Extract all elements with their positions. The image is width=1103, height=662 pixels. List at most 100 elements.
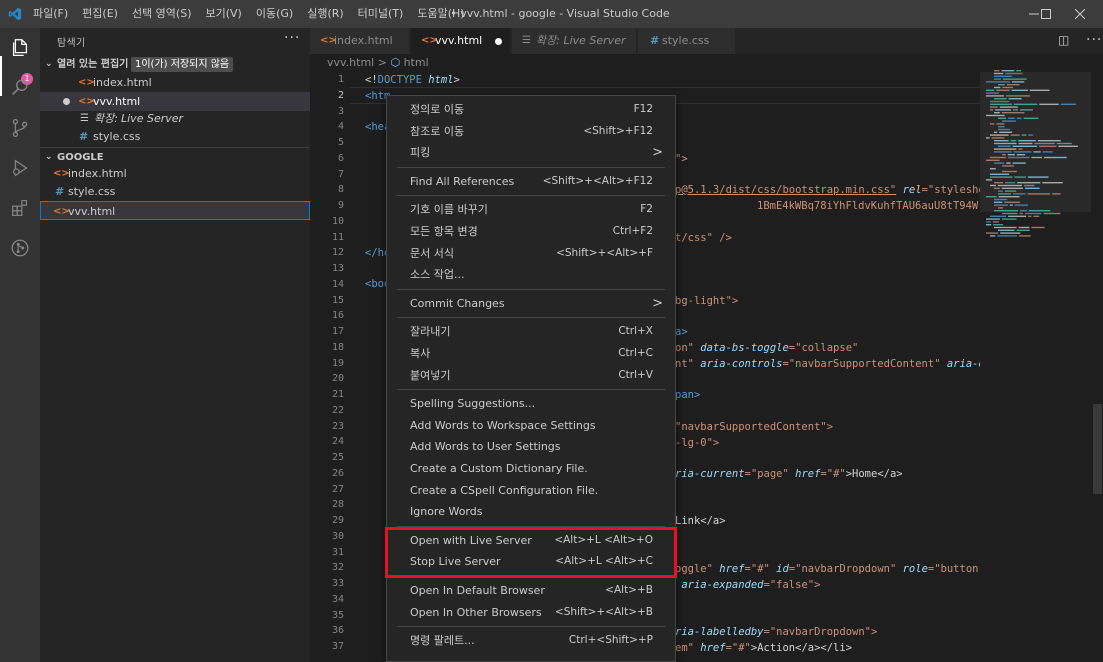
open-editor-prefix: 확장: [94,112,118,125]
line-number: 14 [331,278,344,290]
menu-item-label: Open In Other Browsers [410,605,542,619]
context-menu-item[interactable]: 피킹 > [387,142,675,163]
line-number: 17 [331,326,344,337]
tab-live-server[interactable]: ☰ 확장: Live Server [512,28,637,54]
menu-item-label: 모든 항목 변경 [410,225,478,238]
context-menu-item[interactable]: 문서 서식 <Shift>+<Alt>+F [387,243,675,264]
code-line: ria-labelledby="navbarDropdown"> [675,626,878,638]
context-menu-item[interactable]: 잘라내기 Ctrl+X [387,321,675,342]
code-line: on" data-bs-toggle="collapse" [675,342,859,354]
file-item[interactable]: <> index.html [40,164,310,183]
open-editor-item[interactable]: ☰ 확장: Live Server [40,109,310,128]
code-line: -lg-0"> [675,437,720,449]
menu-view[interactable]: 보기(V) [198,0,248,28]
unsaved-dot-icon[interactable] [495,38,502,45]
code-line: <!DOCTYPE html> [365,74,460,86]
open-editors-header[interactable]: ⌄ 열려 있는 편집기 1이(가) 저장되지 않음 [40,55,310,74]
code-line: Link</a> [675,515,726,527]
context-menu-item[interactable]: 명령 팔레트... Ctrl+<Shift>+P [387,630,675,651]
open-editor-item[interactable]: # style.css [40,127,310,146]
css-icon: # [55,185,65,198]
menu-item-shortcut: Ctrl+F2 [612,225,653,237]
line-number: 26 [331,467,344,479]
open-editors-label: 열려 있는 편집기 [57,59,129,70]
menu-file[interactable]: 파일(F) [26,0,75,28]
menu-edit[interactable]: 편집(E) [75,0,125,28]
menu-bar: 파일(F) 편집(E) 선택 영역(S) 보기(V) 이동(G) 실행(R) 터… [26,0,472,28]
context-menu-item[interactable]: 소스 작업... [387,264,675,285]
context-menu-item[interactable]: 참조로 이동 <Shift>+F12 [387,121,675,142]
menu-item-label: Ignore Words [410,505,483,519]
breadcrumb-separator: > [377,56,387,69]
breadcrumb-node[interactable]: html [404,56,429,69]
menu-run[interactable]: 실행(R) [300,0,350,28]
line-number: 1 [337,74,344,85]
line-number: 20 [331,373,344,385]
extensions-activity[interactable] [0,188,40,228]
tab-label: style.css [662,34,710,47]
minimap[interactable] [980,54,1103,662]
more-actions-icon[interactable]: ··· [1086,28,1102,52]
context-menu-item[interactable]: Add Words to Workspace Settings [387,415,675,436]
line-number: 8 [337,184,344,196]
context-menu-item[interactable]: 모든 항목 변경 Ctrl+F2 [387,221,675,242]
context-menu-item[interactable]: Add Words to User Settings [387,436,675,457]
menu-terminal[interactable]: 터미널(T) [351,0,411,28]
tab-index-html[interactable]: <> index.html [310,28,410,54]
breadcrumb-file[interactable]: vvv.html [327,56,374,69]
context-menu-item[interactable]: Find All References <Shift>+<Alt>+F12 [387,171,675,192]
search-activity[interactable] [0,68,40,108]
line-number: 30 [331,530,344,542]
line-number: 24 [331,436,344,448]
menu-separator [397,195,665,197]
line-number: 31 [331,546,344,558]
line-number: 29 [331,515,344,526]
source-control-activity[interactable] [0,108,40,148]
context-menu-item[interactable]: Ignore Words [387,501,675,522]
close-window-button[interactable] [1057,0,1103,28]
code-line: t/css" /> [675,232,732,244]
open-editor-label: Live Server [121,112,184,125]
tab-vvv-html[interactable]: <> vvv.html [411,28,511,54]
code-line: em" href="#">Action</a></li> [675,642,853,654]
run-debug-activity[interactable] [0,148,40,188]
activity-bar: 1 [0,28,40,662]
menu-go[interactable]: 이동(G) [249,0,300,28]
menu-item-label: 잘라내기 [410,325,451,339]
menu-item-label: 참조로 이동 [410,124,465,138]
file-label: vvv.html [68,205,116,218]
tab-style-css[interactable]: # style.css [638,28,736,54]
context-menu-item[interactable]: 정의로 이동 F12 [387,99,675,120]
context-menu-item[interactable]: 기호 이름 바꾸기 F2 [387,199,675,220]
menu-separator [397,389,665,391]
code-line: ria-current="page" href="#">Home</a> [675,468,903,480]
explorer-activity[interactable] [0,28,40,68]
file-item-selected[interactable]: <> vvv.html [40,201,310,220]
code-line: aria-expanded="false"> [675,579,821,591]
line-number: 5 [337,137,344,148]
menu-item-label: Spelling Suggestions... [410,397,536,411]
context-menu-item[interactable]: 복사 Ctrl+C [387,343,675,364]
context-menu-item[interactable]: Create a CSpell Configuration File. [387,480,675,501]
file-item[interactable]: # style.css [40,182,310,201]
context-menu-item[interactable]: Open In Other Browsers <Shift>+<Alt>+B [387,602,675,623]
menu-item-label: Open In Default Browser [410,584,545,597]
git-graph-icon [11,239,29,257]
remote-activity[interactable] [0,228,40,268]
context-menu-item[interactable]: Commit Changes > [387,293,675,314]
context-menu-item[interactable]: 붙여넣기 Ctrl+V [387,365,675,386]
menu-item-shortcut: Ctrl+V [618,368,653,381]
scrollbar-thumb[interactable] [1093,404,1102,494]
highlight-annotation-box [385,527,677,578]
line-number: 25 [331,452,344,463]
split-editor-icon[interactable]: ◫ [1058,33,1069,47]
context-menu-item[interactable]: Spelling Suggestions... [387,393,675,414]
context-menu-item[interactable]: Create a Custom Dictionary File. [387,458,675,479]
preview-icon: ☰ [522,35,531,46]
menu-selection[interactable]: 선택 영역(S) [125,0,199,28]
code-line: nt" aria-controls="navbarSupportedConten… [675,358,980,370]
open-editor-item[interactable]: <> index.html [40,73,310,92]
context-menu-item[interactable]: Open In Default Browser <Alt>+B [387,580,675,601]
vertical-scrollbar[interactable] [1091,54,1103,662]
more-actions-icon[interactable]: ··· [284,30,300,46]
